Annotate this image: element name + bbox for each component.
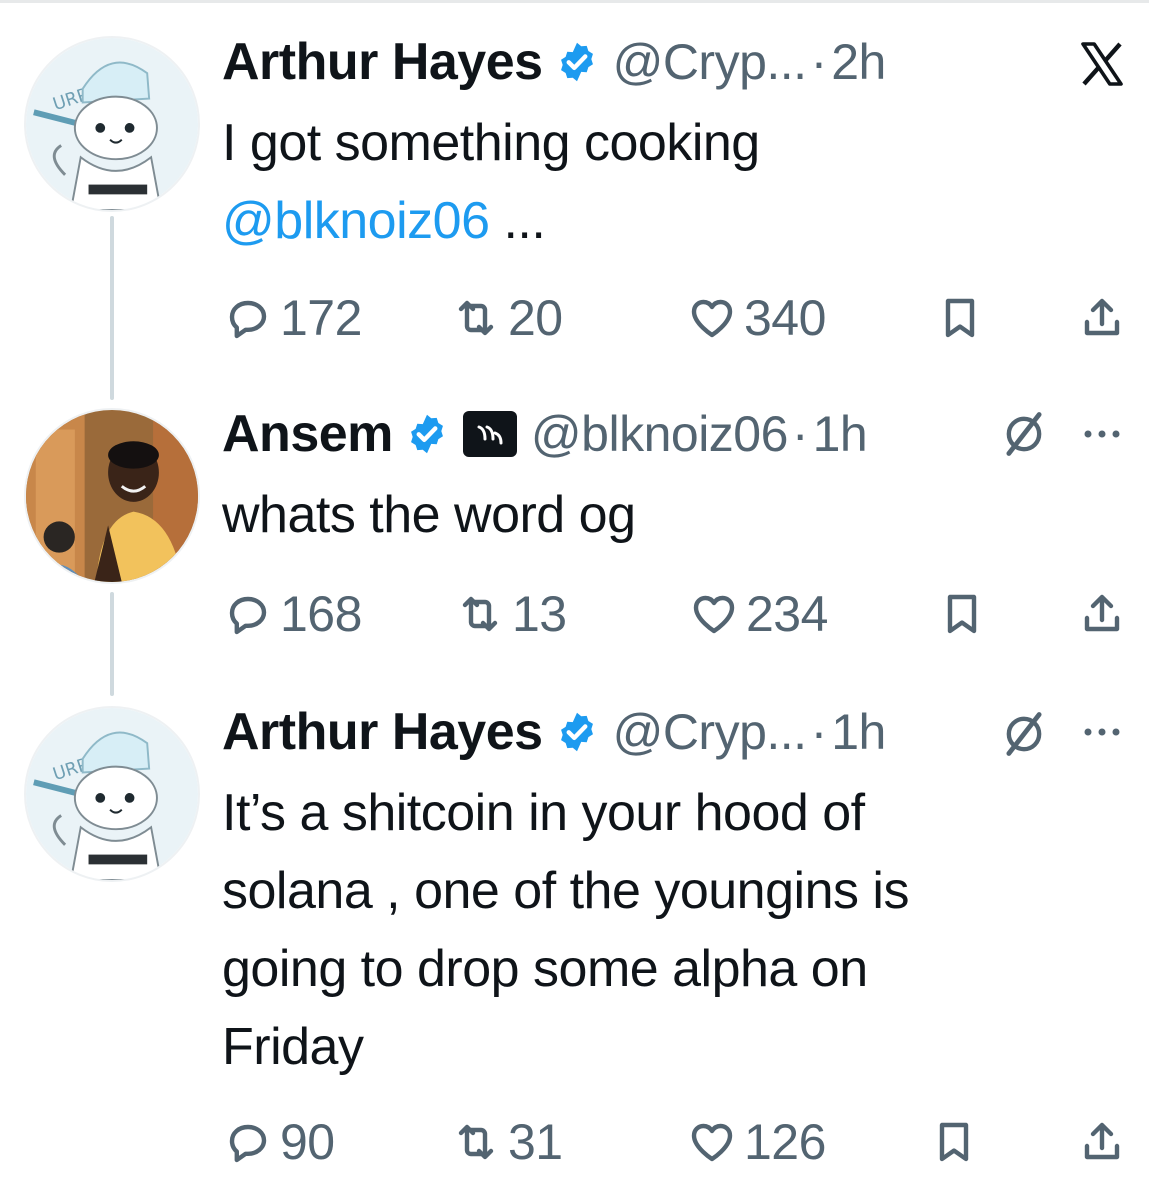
share-button[interactable] xyxy=(1078,584,1126,644)
repost-count: 20 xyxy=(508,290,563,346)
author-name[interactable]: Ansem xyxy=(222,404,393,464)
reply-count: 90 xyxy=(280,1114,335,1170)
tweet-text-line: I got something cooking xyxy=(222,114,760,172)
verified-badge-icon xyxy=(410,414,443,454)
like-count: 234 xyxy=(746,586,828,642)
avatar[interactable]: URP xyxy=(24,706,200,882)
tweet-text-line: @blknoiz06 ... xyxy=(222,182,1092,260)
avatar[interactable] xyxy=(24,408,200,584)
reply-icon xyxy=(229,596,267,635)
tweet[interactable]: URP Arthur Hayes @Cryp... · 2h I got som… xyxy=(0,0,1149,380)
tweet-header: Arthur Hayes @Cryp... · 2h xyxy=(222,32,886,92)
share-button[interactable] xyxy=(1078,1112,1126,1172)
tweet-text: I got something cooking @blknoiz06 ... xyxy=(222,104,1092,260)
bookmark-icon xyxy=(945,298,975,338)
photo-avatar-image xyxy=(26,410,198,582)
truncation-ellipsis: ... xyxy=(503,192,546,250)
author-handle[interactable]: @Cryp... xyxy=(613,703,808,761)
tweet-text-line: going to drop some alpha on xyxy=(222,940,868,998)
more-icon[interactable] xyxy=(1082,428,1122,440)
tweet[interactable]: Ansem @blknoiz06 · 1h whats the word og … xyxy=(0,380,1149,680)
tweet-text: It’s a shitcoin in your hood of solana ,… xyxy=(222,774,1092,1086)
share-icon xyxy=(1084,1122,1120,1160)
separator-dot: · xyxy=(810,34,828,90)
author-handle[interactable]: @Cryp... xyxy=(613,33,808,91)
heart-icon xyxy=(693,595,735,634)
like-button[interactable]: 234 xyxy=(690,584,828,644)
reply-button[interactable]: 172 xyxy=(224,288,362,348)
reply-icon xyxy=(229,1124,267,1163)
verified-badge-icon xyxy=(560,42,593,82)
tweet-actions: 168 13 234 xyxy=(0,584,1149,644)
heart-icon xyxy=(691,1123,733,1162)
affiliate-badge-icon[interactable] xyxy=(462,411,517,457)
bookmark-button[interactable] xyxy=(938,584,986,644)
bookmark-button[interactable] xyxy=(930,1112,978,1172)
more-icon[interactable] xyxy=(1082,726,1122,738)
repost-button[interactable]: 13 xyxy=(456,584,567,644)
cat-avatar-image: URP xyxy=(26,708,198,880)
avatar[interactable]: URP xyxy=(24,36,200,212)
tweet-actions: 90 31 126 xyxy=(0,1112,1149,1172)
share-button[interactable] xyxy=(1078,288,1126,348)
repost-icon xyxy=(458,300,494,336)
bookmark-icon xyxy=(947,594,977,634)
like-count: 126 xyxy=(744,1114,826,1170)
like-count: 340 xyxy=(744,290,826,346)
tweet-text-line: Friday xyxy=(222,1018,364,1076)
tweet-text-line: whats the word og xyxy=(222,486,636,544)
author-name[interactable]: Arthur Hayes xyxy=(222,702,543,762)
tweet-text-line: It’s a shitcoin in your hood of xyxy=(222,784,865,842)
tweet-header: Arthur Hayes @Cryp... · 1h xyxy=(222,702,886,762)
tweet-header: Ansem @blknoiz06 · 1h xyxy=(222,404,868,464)
mention-link[interactable]: @blknoiz06 xyxy=(222,192,490,250)
reply-count: 172 xyxy=(280,290,362,346)
timestamp[interactable]: 1h xyxy=(831,703,886,761)
reply-count: 168 xyxy=(280,586,362,642)
verified-badge-icon xyxy=(560,712,593,752)
repost-icon xyxy=(462,596,498,632)
author-name[interactable]: Arthur Hayes xyxy=(222,32,543,92)
repost-count: 31 xyxy=(508,1114,563,1170)
tweet-text-line: solana , one of the youngins is xyxy=(222,862,909,920)
repost-button[interactable]: 20 xyxy=(452,288,563,348)
tweet[interactable]: URP Arthur Hayes @Cryp... · 1h It’s a sh… xyxy=(0,680,1149,1199)
repost-icon xyxy=(458,1124,494,1160)
author-handle[interactable]: @blknoiz06 xyxy=(531,405,789,463)
like-button[interactable]: 340 xyxy=(688,288,826,348)
share-icon xyxy=(1084,298,1120,336)
heart-icon xyxy=(691,299,733,338)
cat-avatar-image: URP xyxy=(26,38,198,210)
like-button[interactable]: 126 xyxy=(688,1112,826,1172)
grok-icon[interactable] xyxy=(998,708,1050,760)
tweet-text: whats the word og xyxy=(222,476,1092,554)
separator-dot: · xyxy=(810,704,828,760)
x-logo-icon[interactable] xyxy=(1078,40,1126,88)
repost-button[interactable]: 31 xyxy=(452,1112,563,1172)
timestamp[interactable]: 2h xyxy=(831,33,886,91)
repost-count: 13 xyxy=(512,586,567,642)
bookmark-button[interactable] xyxy=(936,288,984,348)
reply-button[interactable]: 168 xyxy=(224,584,362,644)
share-icon xyxy=(1084,594,1120,632)
reply-button[interactable]: 90 xyxy=(224,1112,335,1172)
separator-dot: · xyxy=(791,406,809,462)
timestamp[interactable]: 1h xyxy=(813,405,868,463)
tweet-actions: 172 20 340 xyxy=(0,288,1149,348)
bookmark-icon xyxy=(939,1122,969,1162)
grok-icon[interactable] xyxy=(998,408,1050,460)
reply-icon xyxy=(229,300,267,339)
